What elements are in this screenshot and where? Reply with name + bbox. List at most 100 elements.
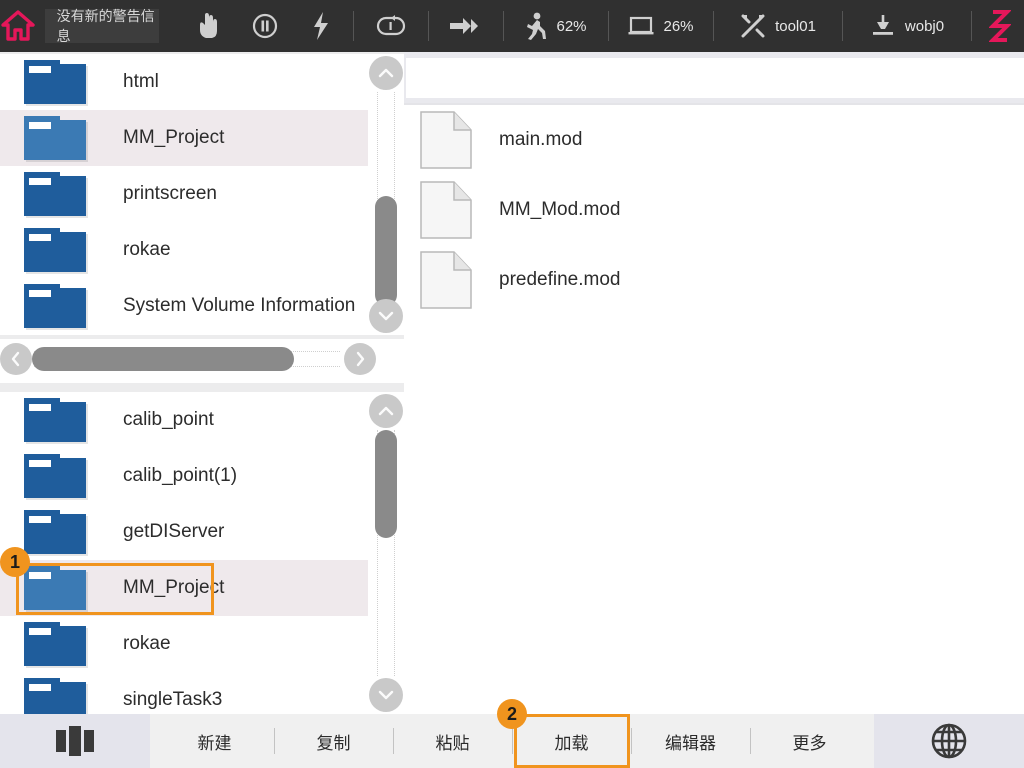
folder-icon: [24, 284, 88, 328]
more-button-label: 更多: [793, 729, 827, 754]
folder-icon: [24, 60, 88, 104]
chevron-up-icon: [378, 406, 394, 416]
jog-hand-button[interactable]: [181, 0, 237, 52]
vertical-scrollbar-top[interactable]: [368, 54, 404, 335]
new-button[interactable]: 新建: [156, 714, 274, 768]
scroll-down-button[interactable]: [369, 299, 403, 333]
globe-icon: [927, 719, 971, 763]
scroll-down-button[interactable]: [369, 678, 403, 712]
speed-indicator[interactable]: 62%: [508, 0, 604, 52]
folder-icon: [24, 510, 88, 554]
annotation-badge-2: 2: [497, 699, 527, 729]
load-button[interactable]: 加载: [513, 714, 631, 768]
path-indicator-button[interactable]: [976, 0, 1024, 52]
folder-name: calib_point: [123, 409, 214, 431]
tools-icon: [740, 13, 766, 39]
pause-circle-icon: [252, 13, 278, 39]
folder-name: html: [123, 71, 159, 93]
topbar-divider-4: [608, 11, 609, 41]
folder-list-bottom[interactable]: calib_point calib_point(1) getDIServer: [0, 392, 368, 714]
editor-button-label: 编辑器: [665, 729, 716, 754]
file-name: main.mod: [499, 129, 582, 151]
folder-icon: [24, 678, 88, 714]
folder-row[interactable]: getDIServer: [0, 504, 368, 560]
more-button[interactable]: 更多: [751, 714, 869, 768]
screen-icon: [628, 15, 654, 37]
file-row[interactable]: main.mod: [404, 105, 1024, 175]
folder-name: calib_point(1): [123, 465, 237, 487]
step-forward-button[interactable]: [433, 0, 499, 52]
folder-name: MM_Project: [123, 577, 224, 599]
loop-cycle-icon: [376, 15, 406, 37]
top-status-bar: 没有新的警告信息: [0, 0, 1024, 52]
hscrollbar-thumb[interactable]: [32, 347, 294, 371]
scroll-up-button[interactable]: [369, 56, 403, 90]
vertical-scrollbar-bottom[interactable]: [368, 392, 404, 714]
quickset-button[interactable]: [0, 714, 150, 768]
folder-row[interactable]: calib_point: [0, 392, 368, 448]
main-content-area: html MM_Project printscreen: [0, 52, 1024, 714]
left-column: html MM_Project printscreen: [0, 52, 404, 714]
chevron-up-icon: [378, 68, 394, 78]
running-person-icon: [525, 12, 547, 40]
folder-row[interactable]: html: [0, 54, 368, 110]
editor-button[interactable]: 编辑器: [632, 714, 750, 768]
horizontal-scrollbar[interactable]: [0, 339, 404, 383]
speed-value: 62%: [556, 18, 586, 35]
scroll-left-button[interactable]: [0, 343, 32, 375]
alert-message-field[interactable]: 没有新的警告信息: [45, 9, 159, 43]
file-row[interactable]: predefine.mod: [404, 245, 1024, 315]
cycle-mode-button[interactable]: [358, 0, 424, 52]
folder-name: MM_Project: [123, 127, 224, 149]
topbar-divider-3: [503, 11, 504, 41]
folder-name: getDIServer: [123, 521, 224, 543]
screen-indicator[interactable]: 26%: [613, 0, 709, 52]
scroll-up-button[interactable]: [369, 394, 403, 428]
file-name: predefine.mod: [499, 269, 620, 291]
file-row[interactable]: MM_Mod.mod: [404, 175, 1024, 245]
folder-row[interactable]: printscreen: [0, 166, 368, 222]
tool-indicator[interactable]: tool01: [718, 0, 838, 52]
folder-row[interactable]: rokae: [0, 616, 368, 672]
home-button[interactable]: [0, 0, 37, 52]
file-list[interactable]: main.mod MM_Mod.mod: [404, 105, 1024, 714]
annotation-badge-1: 1: [0, 547, 30, 577]
copy-button[interactable]: 复制: [275, 714, 393, 768]
scrollbar-thumb[interactable]: [375, 196, 397, 306]
topbar-divider-5: [713, 11, 714, 41]
path-bar[interactable]: [406, 58, 1024, 98]
folder-row-selected[interactable]: MM_Project: [0, 560, 368, 616]
motors-on-button[interactable]: [293, 0, 349, 52]
folder-row[interactable]: singleTask3: [0, 672, 368, 714]
workobject-value: wobj0: [905, 18, 944, 35]
folder-panel-top: html MM_Project printscreen: [0, 54, 404, 335]
folder-icon: [24, 172, 88, 216]
folder-row[interactable]: MM_Project: [0, 110, 368, 166]
folder-name: rokae: [123, 633, 171, 655]
paste-button[interactable]: 粘贴: [394, 714, 512, 768]
path-s-icon: [989, 10, 1011, 42]
topbar-divider-6: [842, 11, 843, 41]
columns-icon: [52, 725, 98, 757]
workobject-indicator[interactable]: wobj0: [847, 0, 967, 52]
folder-row[interactable]: rokae: [0, 222, 368, 278]
pause-button[interactable]: [237, 0, 293, 52]
folder-icon: [24, 566, 88, 610]
screen-value: 26%: [663, 18, 693, 35]
topbar-divider-2: [428, 11, 429, 41]
scrollbar-thumb[interactable]: [375, 430, 397, 538]
folder-row[interactable]: System Volume Information: [0, 278, 368, 334]
folder-row[interactable]: calib_point(1): [0, 448, 368, 504]
folder-name: rokae: [123, 239, 171, 261]
folder-list-top[interactable]: html MM_Project printscreen: [0, 54, 368, 335]
folder-row-partial[interactable]: [0, 334, 368, 335]
scroll-right-button[interactable]: [344, 343, 376, 375]
folder-name: singleTask3: [123, 689, 222, 711]
app-root: 没有新的警告信息: [0, 0, 1024, 768]
chevron-right-icon: [355, 351, 365, 367]
home-icon: [1, 10, 35, 42]
alert-message-text: 没有新的警告信息: [57, 6, 159, 46]
lightning-bolt-icon: [312, 12, 330, 40]
folder-icon: [24, 622, 88, 666]
language-button[interactable]: [874, 714, 1024, 768]
